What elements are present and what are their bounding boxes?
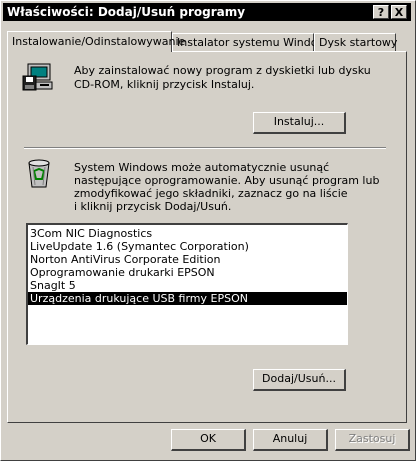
ok-button-label: OK [200,432,216,445]
tab-label: Instalowanie/Odinstalowywanie [12,35,186,48]
close-button[interactable]: X [391,5,407,19]
tab-windows-installer[interactable]: Instalator systemu Windows [172,33,332,51]
program-list[interactable]: 3Com NIC Diagnostics LiveUpdate 1.6 (Sym… [26,223,348,345]
list-item[interactable]: SnagIt 5 [28,279,347,292]
properties-dialog: Właściwości: Dodaj/Usuń programy ? X Ins… [0,0,416,461]
add-remove-button[interactable]: Dodaj/Usuń... [253,369,346,391]
section-divider [24,147,386,149]
uninstall-text-line4: i kliknij przycisk Dodaj/Usuń. [74,200,232,213]
list-item[interactable]: 3Com NIC Diagnostics [28,227,347,240]
cancel-button[interactable]: Anuluj [253,429,328,451]
cancel-button-label: Anuluj [272,432,308,445]
tab-install-uninstall[interactable]: Instalowanie/Odinstalowywanie [7,31,185,52]
uninstall-text-line2: następujące oprogramowanie. Aby usunąć p… [74,174,380,187]
window-title: Właściwości: Dodaj/Usuń programy [7,5,246,19]
recycle-bin-icon [28,159,50,188]
title-bar[interactable]: Właściwości: Dodaj/Usuń programy ? X [3,3,411,21]
apply-button[interactable]: Zastosuj [335,429,410,451]
uninstall-text-line3: zmodyfikować jego składniki, zaznacz go … [74,187,348,200]
help-button[interactable]: ? [373,5,389,19]
list-item[interactable]: Oprogramowanie drukarki EPSON [28,266,347,279]
install-text-line1: Aby zainstalować nowy program z dyskietk… [74,64,371,77]
floppy-computer-icon [22,63,53,91]
tab-panel: Aby zainstalować nowy program z dyskietk… [7,51,407,423]
list-item[interactable]: Norton AntiVirus Corporate Edition [28,253,347,266]
install-text-line2: CD-ROM, kliknij przycisk Instaluj. [74,78,255,91]
apply-button-label: Zastosuj [348,432,396,445]
ok-button[interactable]: OK [171,429,246,451]
install-button[interactable]: Instaluj... [253,112,346,134]
list-item[interactable]: LiveUpdate 1.6 (Symantec Corporation) [28,240,347,253]
tab-label: Instalator systemu Windows [177,36,333,49]
uninstall-text-line1: System Windows może automatycznie usunąć [74,161,330,174]
tab-startup-disk[interactable]: Dysk startowy [314,33,398,51]
tab-label: Dysk startowy [319,36,398,49]
install-button-label: Instaluj... [273,115,325,128]
add-remove-button-label: Dodaj/Usuń... [262,372,336,385]
list-item-selected[interactable]: Urządzenia drukujące USB firmy EPSON [28,292,347,305]
